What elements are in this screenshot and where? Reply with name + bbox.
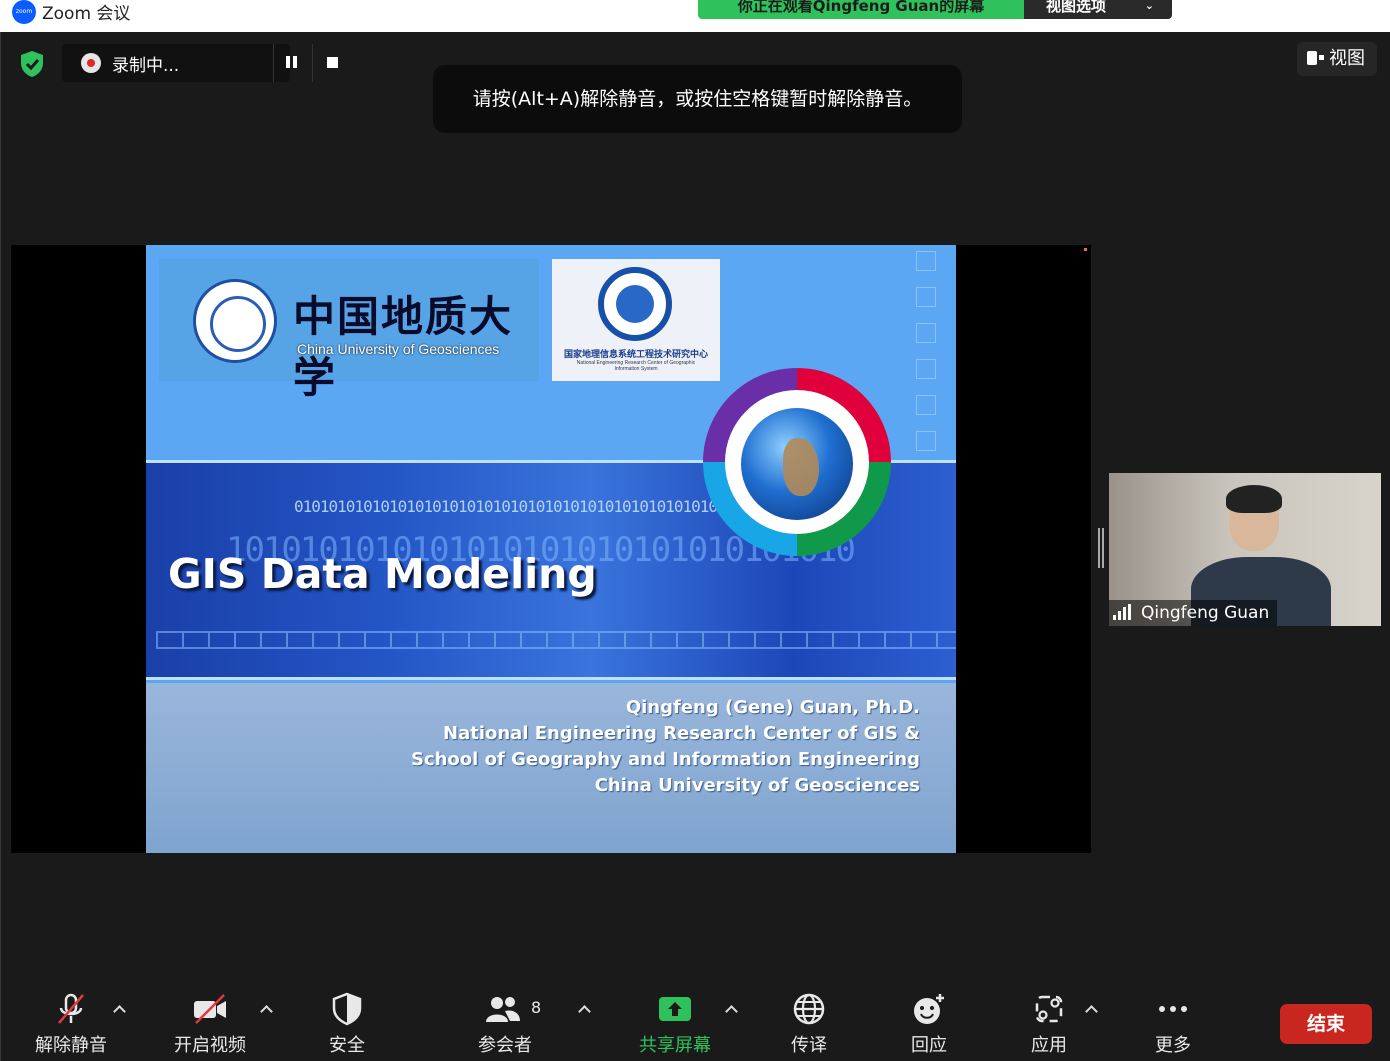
unmute-label: 解除静音 [35, 1035, 107, 1056]
credit-line: Qingfeng (Gene) Guan, Ph.D. [625, 697, 920, 718]
apps-label: 应用 [1031, 1035, 1067, 1056]
share-options-chevron-icon[interactable] [724, 1002, 738, 1016]
title-bar: zoom Zoom 会议 你正在观看Qingfeng Guan的屏幕 视图选项 … [0, 0, 1390, 32]
meeting-area: 录制中... 请按(Alt+A)解除静音，或按住空格键暂时解除静音。 视图 中国… [0, 32, 1390, 982]
credit-line: China University of Geosciences [594, 775, 920, 796]
start-video-button[interactable]: 开启视频 [168, 992, 252, 1057]
university-seal-icon [193, 279, 277, 363]
reactions-button[interactable]: 回应 [899, 992, 959, 1057]
participants-icon-group: 8 [473, 992, 541, 1026]
unmute-button[interactable]: 解除静音 [29, 992, 113, 1057]
view-layout-icon [1307, 51, 1317, 65]
recording-indicator: 录制中... [62, 44, 338, 82]
annotation-dot [1084, 248, 1087, 251]
resize-handle[interactable] [1098, 528, 1104, 568]
recording-label: 录制中... [112, 56, 180, 76]
view-options-label: 视图选项 [1046, 0, 1107, 15]
security-label: 安全 [329, 1035, 365, 1056]
microphone-muted-icon [58, 993, 84, 1024]
view-button-label: 视图 [1329, 48, 1365, 69]
shared-screen[interactable]: 中国地质大学 China University of Geosciences 国… [11, 245, 1091, 853]
credit-line: National Engineering Research Center of … [443, 723, 920, 744]
interpretation-label: 传译 [791, 1035, 827, 1056]
security-shield-icon [332, 992, 362, 1026]
apps-options-chevron-icon[interactable] [1084, 1002, 1098, 1016]
cug-logo-english: China University of Geosciences [297, 341, 500, 357]
slide-credits: Qingfeng (Gene) Guan, Ph.D. National Eng… [411, 695, 920, 799]
participants-label: 参会者 [478, 1035, 532, 1056]
stop-recording-button[interactable] [327, 57, 338, 68]
view-button[interactable]: 视图 [1297, 42, 1377, 76]
share-screen-label: 共享屏幕 [639, 1035, 711, 1056]
emoji-add-icon [914, 994, 944, 1024]
interpretation-button[interactable]: 传译 [779, 992, 839, 1057]
signal-strength-icon [1113, 604, 1135, 620]
nerc-globe-icon [598, 267, 672, 341]
pause-recording-button[interactable] [284, 56, 300, 70]
nerc-logo-chinese: 国家地理信息系统工程技术研究中心 [563, 350, 708, 360]
window-title: Zoom 会议 [42, 4, 131, 24]
slide-title: GIS Data Modeling [168, 550, 597, 598]
unmute-hint-toast: 请按(Alt+A)解除静音，或按住空格键暂时解除静音。 [433, 65, 962, 133]
share-screen-icon [659, 997, 691, 1021]
encryption-shield-icon[interactable] [19, 50, 45, 78]
nerc-logo-english: National Engineering Research Center of … [576, 360, 696, 372]
audio-options-chevron-icon[interactable] [112, 1002, 126, 1016]
participants-count: 8 [531, 998, 542, 1017]
more-label: 更多 [1155, 1035, 1191, 1056]
more-dots-icon [1159, 1006, 1187, 1012]
globe-icon [741, 408, 853, 520]
record-icon [81, 53, 101, 73]
person-hair [1226, 485, 1282, 513]
divider [312, 44, 313, 82]
video-options-chevron-icon[interactable] [259, 1002, 273, 1016]
participants-icon [486, 997, 520, 1022]
chevron-down-icon: ⌄ [1144, 0, 1154, 12]
more-button[interactable]: 更多 [1143, 992, 1203, 1057]
apps-icon [1035, 995, 1063, 1023]
share-screen-button[interactable]: 共享屏幕 [631, 992, 719, 1057]
view-options-button[interactable]: 视图选项 ⌄ [1024, 0, 1172, 19]
decorative-boxes [156, 631, 956, 649]
participants-button[interactable]: 8 参会者 [469, 992, 541, 1057]
meeting-toolbar: 解除静音 开启视频 安全 8 参会者 共享屏幕 传译 回应 应用 更多 结束 [0, 982, 1390, 1061]
presentation-slide: 中国地质大学 China University of Geosciences 国… [146, 245, 956, 853]
globe-icon [793, 993, 825, 1025]
credit-line: School of Geography and Information Engi… [410, 749, 920, 770]
apps-button[interactable]: 应用 [1019, 992, 1079, 1057]
zoom-logo-icon: zoom [12, 0, 36, 24]
participant-name-tag: Qingfeng Guan [1109, 600, 1278, 626]
participants-options-chevron-icon[interactable] [577, 1002, 591, 1016]
reactions-label: 回应 [911, 1035, 947, 1056]
cug-logo: 中国地质大学 China University of Geosciences [159, 259, 539, 402]
video-camera-off-icon [194, 994, 226, 1024]
participant-video[interactable]: Qingfeng Guan [1109, 473, 1381, 626]
participant-name: Qingfeng Guan [1141, 603, 1270, 623]
viewing-screen-banner: 你正在观看Qingfeng Guan的屏幕 [698, 0, 1024, 19]
view-layout-dot [1319, 55, 1324, 60]
divider [273, 44, 274, 82]
end-meeting-button[interactable]: 结束 [1280, 1004, 1372, 1044]
security-button[interactable]: 安全 [317, 992, 377, 1057]
start-video-label: 开启视频 [174, 1035, 246, 1056]
decorative-squares [916, 251, 938, 467]
nerc-logo: 国家地理信息系统工程技术研究中心 National Engineering Re… [552, 259, 720, 381]
